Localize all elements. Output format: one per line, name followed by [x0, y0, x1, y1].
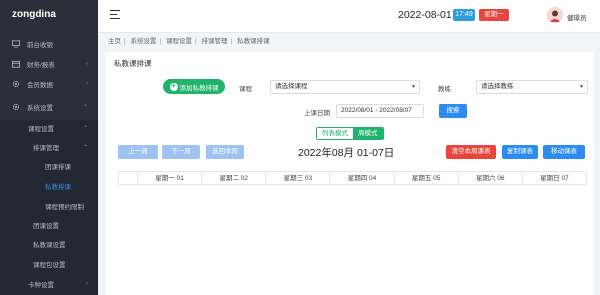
caret-down-icon: ▾: [411, 84, 415, 90]
coach-select[interactable]: 请选择教练 ▾: [476, 80, 588, 94]
breadcrumb-item[interactable]: 主页: [108, 38, 121, 45]
table-header-cell: 星期六 06: [459, 172, 523, 184]
sidebar-item-label: 私教排课: [45, 184, 71, 191]
gear-icon: [12, 103, 20, 111]
sidebar-item-label: 团课设置: [33, 223, 59, 230]
view-mode-toggle: 列表模式 周模式: [316, 127, 384, 140]
search-button[interactable]: 搜索: [439, 104, 467, 118]
header-date: 2022-08-01: [398, 9, 452, 21]
select-value: 请选择课程: [275, 83, 308, 90]
sidebar-item-label: 私教课设置: [33, 242, 66, 249]
weekday-badge: 星期一: [479, 9, 509, 21]
gear-icon: [12, 80, 20, 88]
course-select[interactable]: 请选择课程 ▾: [270, 80, 420, 94]
course-label: 课程: [239, 86, 252, 93]
brand-logo: zongdina: [12, 9, 56, 20]
breadcrumb-item[interactable]: 排课管理: [202, 38, 228, 45]
next-week-button[interactable]: 下一周: [162, 145, 200, 159]
menu-toggle-icon[interactable]: [110, 10, 120, 19]
week-title: 2022年08月 01-07日: [298, 147, 395, 159]
week-schedule-table: 星期一 01 星期二 02 星期三 03 星期四 04 星期五 05 星期六 0…: [118, 171, 587, 185]
move-schedule-button[interactable]: 移动课表: [543, 145, 585, 159]
breadcrumb: 主页 | 系统设置 | 课程设置 | 排课管理 | 私教课排课: [98, 33, 600, 51]
sidebar-item-label: 课程设置: [28, 126, 54, 133]
prev-week-button[interactable]: 上一周: [118, 145, 158, 159]
sidebar-item-card-settings[interactable]: 卡种设置 ‹: [0, 275, 98, 293]
chevron-up-icon: ⌃: [82, 125, 88, 132]
week-mode-button[interactable]: 周模式: [353, 128, 383, 139]
clear-week-button[interactable]: 清空本周课表: [446, 145, 496, 159]
sidebar-item-private-class-settings[interactable]: 私教课设置: [0, 235, 98, 253]
breadcrumb-item[interactable]: 课程设置: [166, 38, 192, 45]
date-label: 上课日期: [304, 110, 330, 117]
sidebar-item-schedule-mgmt[interactable]: 排课管理 ⌃: [0, 138, 98, 156]
sidebar-item-group-class-settings[interactable]: 团课设置: [0, 216, 98, 234]
sidebar-item-package-settings[interactable]: 课程包设置: [0, 255, 98, 273]
top-header: 2022-08-01 17:49 星期一 健璟员: [98, 0, 600, 33]
sidebar-item-members[interactable]: 会员数据 ‹: [0, 75, 98, 93]
sidebar-item-label: 系统设置: [27, 105, 53, 112]
copy-schedule-button[interactable]: 复制课表: [502, 145, 538, 159]
table-header-cell: 星期二 02: [202, 172, 267, 184]
sidebar: zongdina 前台收银 财务/报表 ‹ 会员数据 ‹ 系统设置 ⌃ 课程设置…: [0, 0, 98, 295]
button-label: 添加私教排课: [179, 84, 219, 92]
sidebar-item-label: 团课排课: [45, 164, 71, 171]
time-badge: 17:49: [453, 9, 475, 21]
date-range-input[interactable]: 2022/08/01 - 2022/08/07: [336, 104, 424, 118]
sidebar-item-label: 课程包设置: [33, 262, 66, 269]
chevron-left-icon: ‹: [86, 81, 88, 87]
current-week-button[interactable]: 返回本周: [206, 145, 244, 159]
sidebar-item-label: 会员数据: [27, 82, 53, 89]
table-header-cell: [119, 172, 138, 184]
add-private-schedule-button[interactable]: + 添加私教排课: [163, 79, 225, 94]
chevron-up-icon: ⌃: [82, 144, 88, 151]
page-title: 私教课排课: [114, 59, 152, 68]
sidebar-item-label: 卡种设置: [28, 282, 54, 289]
button-label: 下一周: [171, 148, 191, 155]
caret-down-icon: ▾: [579, 84, 583, 90]
chevron-up-icon: ⌃: [82, 104, 88, 111]
breadcrumb-item[interactable]: 私教课排课: [237, 38, 270, 45]
sidebar-item-group-schedule[interactable]: 团课排课: [0, 157, 98, 175]
sidebar-item-booking-limit[interactable]: 课程预约限制: [0, 197, 98, 215]
sidebar-item-system-settings[interactable]: 系统设置 ⌃: [0, 98, 98, 116]
table-header-cell: 星期一 01: [138, 172, 203, 184]
table-header-cell: 星期日 07: [540, 175, 569, 182]
sidebar-item-label: 前台收银: [27, 42, 53, 49]
button-label: 上一周: [128, 148, 148, 155]
list-mode-button[interactable]: 列表模式: [317, 128, 353, 139]
sidebar-item-finance[interactable]: 财务/报表 ‹: [0, 55, 98, 73]
table-header-cell: 星期五 05: [395, 172, 459, 184]
table-header-cell: 星期四 04: [330, 172, 395, 184]
sidebar-item-label: 财务/报表: [27, 62, 55, 69]
main-panel: 私教课排课 + 添加私教排课 课程 请选择课程 ▾ 教练 请选择教练 ▾ 上课日…: [106, 52, 594, 295]
coach-label: 教练: [438, 86, 451, 93]
chevron-left-icon: ‹: [86, 61, 88, 67]
chevron-left-icon: ‹: [86, 281, 88, 287]
avatar[interactable]: [547, 7, 563, 23]
wallet-icon: [12, 60, 20, 68]
select-value: 请选择教练: [481, 83, 514, 90]
sidebar-item-label: 课程预约限制: [45, 204, 84, 211]
sidebar-item-label: 排课管理: [33, 145, 59, 152]
button-label: 返回本周: [212, 148, 238, 155]
username[interactable]: 健璟员: [567, 12, 587, 22]
table-header-cell: 星期三 03: [266, 172, 331, 184]
plus-icon: +: [169, 82, 178, 91]
sidebar-item-cashier[interactable]: 前台收银: [0, 35, 98, 53]
breadcrumb-item[interactable]: 系统设置: [131, 38, 157, 45]
sidebar-item-private-schedule[interactable]: 私教排课: [0, 177, 98, 195]
monitor-icon: [12, 40, 20, 48]
sidebar-item-course-settings[interactable]: 课程设置 ⌃: [0, 119, 98, 137]
